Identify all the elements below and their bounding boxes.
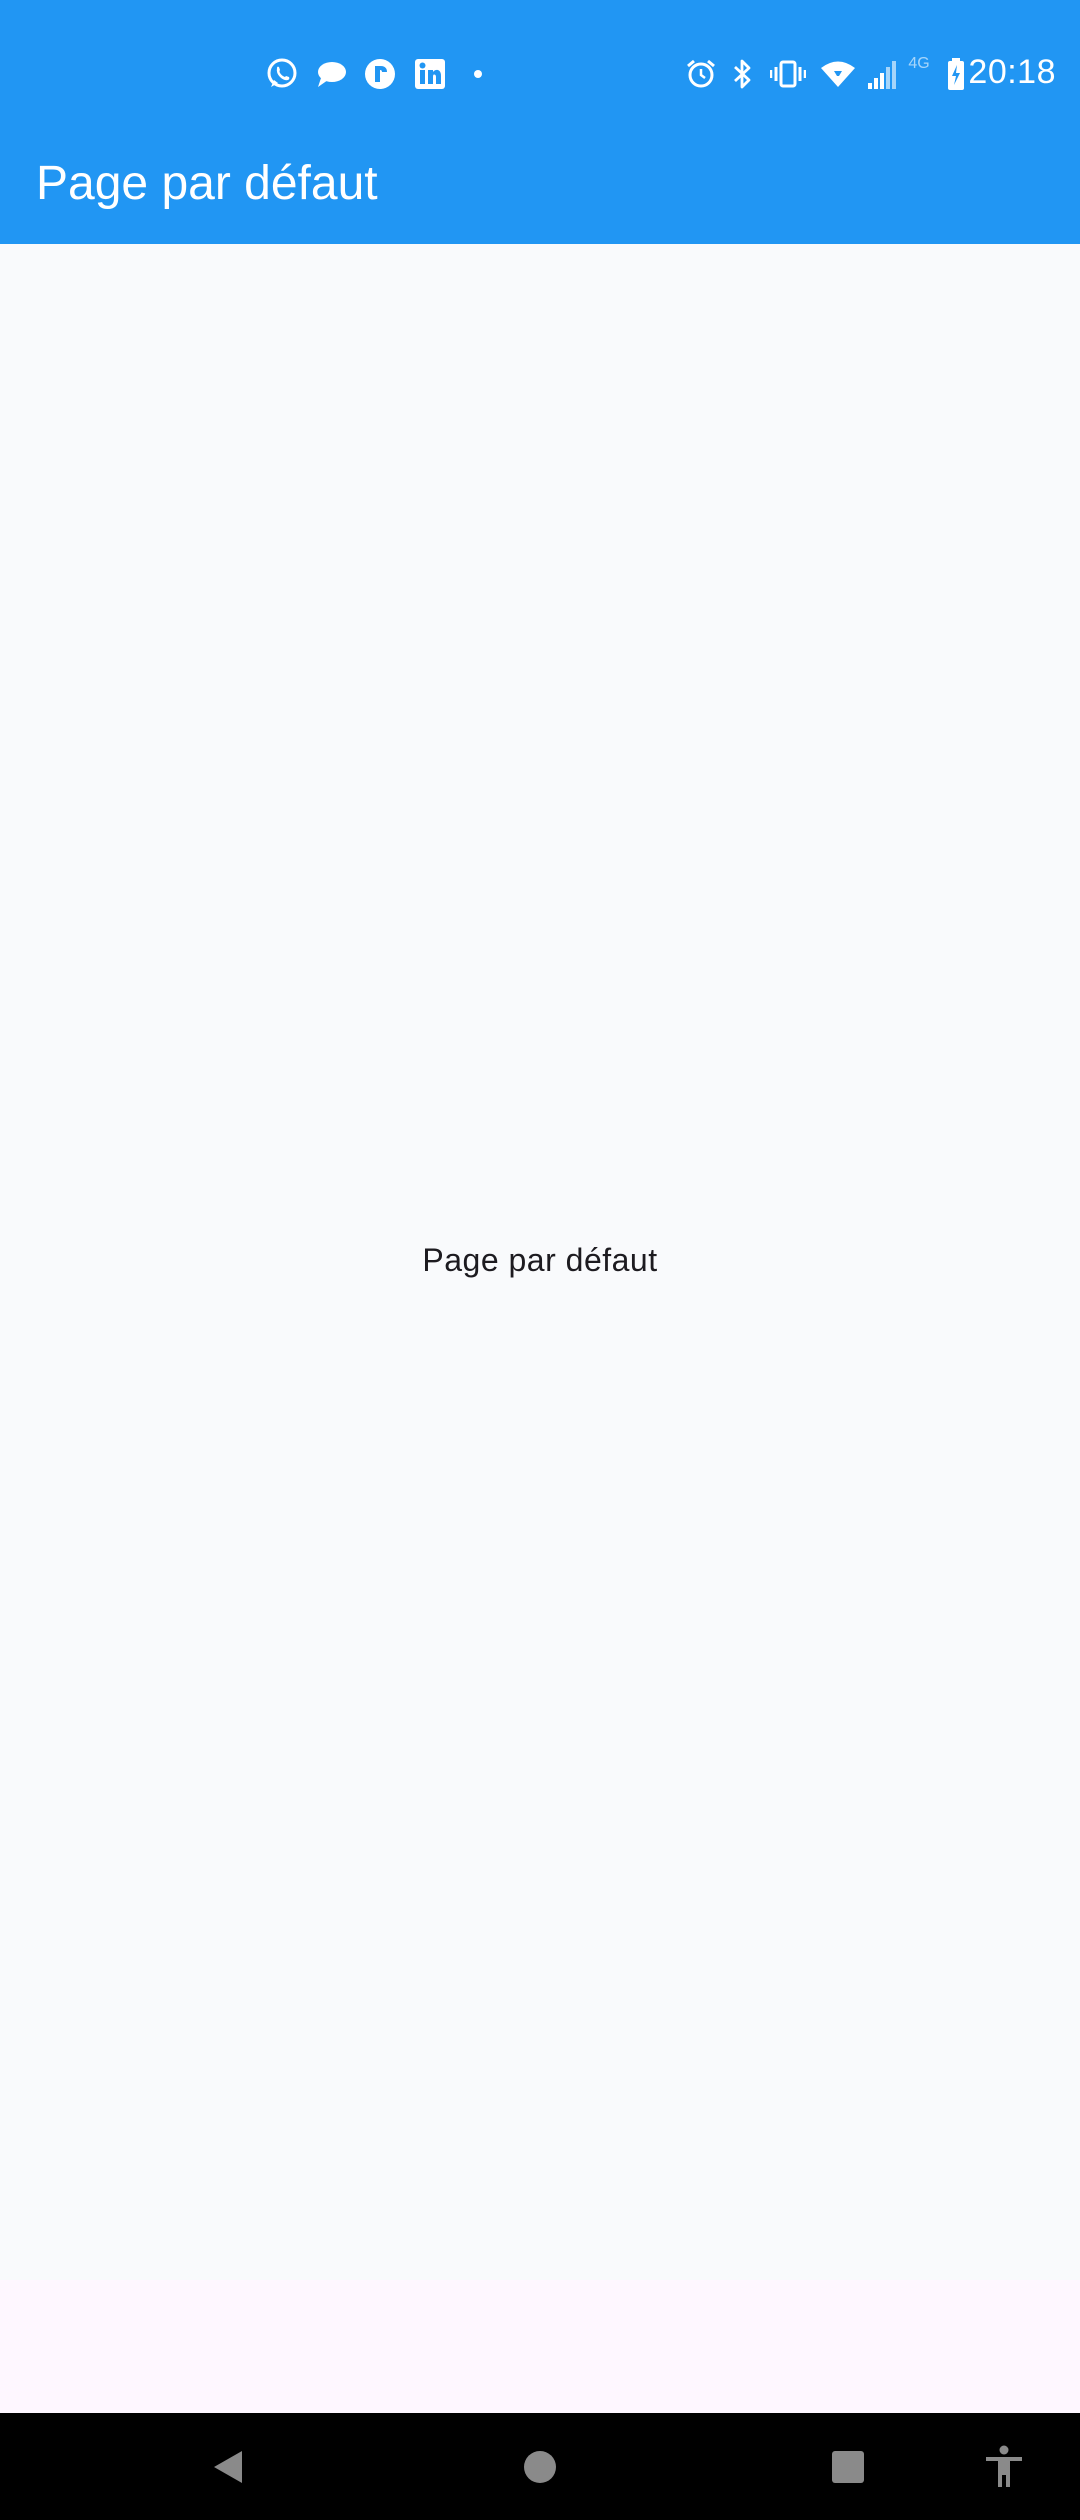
status-bar: 4G 20:18 [0,0,1080,148]
navigation-bar [0,2413,1080,2520]
recents-icon[interactable] [820,2439,876,2495]
screen: 4G 20:18 Page par défaut Page par défaut [0,0,1080,2520]
network-type-label: 4G [908,55,930,72]
alarm-icon [684,56,718,92]
more-dot-icon [468,56,488,92]
accessibility-icon[interactable] [976,2439,1032,2495]
linkedin-icon [412,56,448,92]
chat-bubble-icon [313,56,349,92]
app-bar: Page par défaut [0,148,1080,244]
bluetooth-icon [730,56,756,92]
signal-icon [866,56,906,92]
whatsapp-icon [264,56,300,92]
back-icon[interactable] [200,2439,256,2495]
status-time: 20:18 [968,53,1056,91]
body-message: Page par défaut [422,1242,658,1278]
vibrate-icon [770,56,806,92]
bottom-area [0,2280,1080,2413]
r-app-icon [362,56,398,92]
page-title: Page par défaut [36,157,378,210]
battery-charging-icon [945,56,967,92]
wifi-icon [820,56,856,92]
page-body: Page par défaut [0,244,1080,2280]
home-icon[interactable] [512,2439,568,2495]
